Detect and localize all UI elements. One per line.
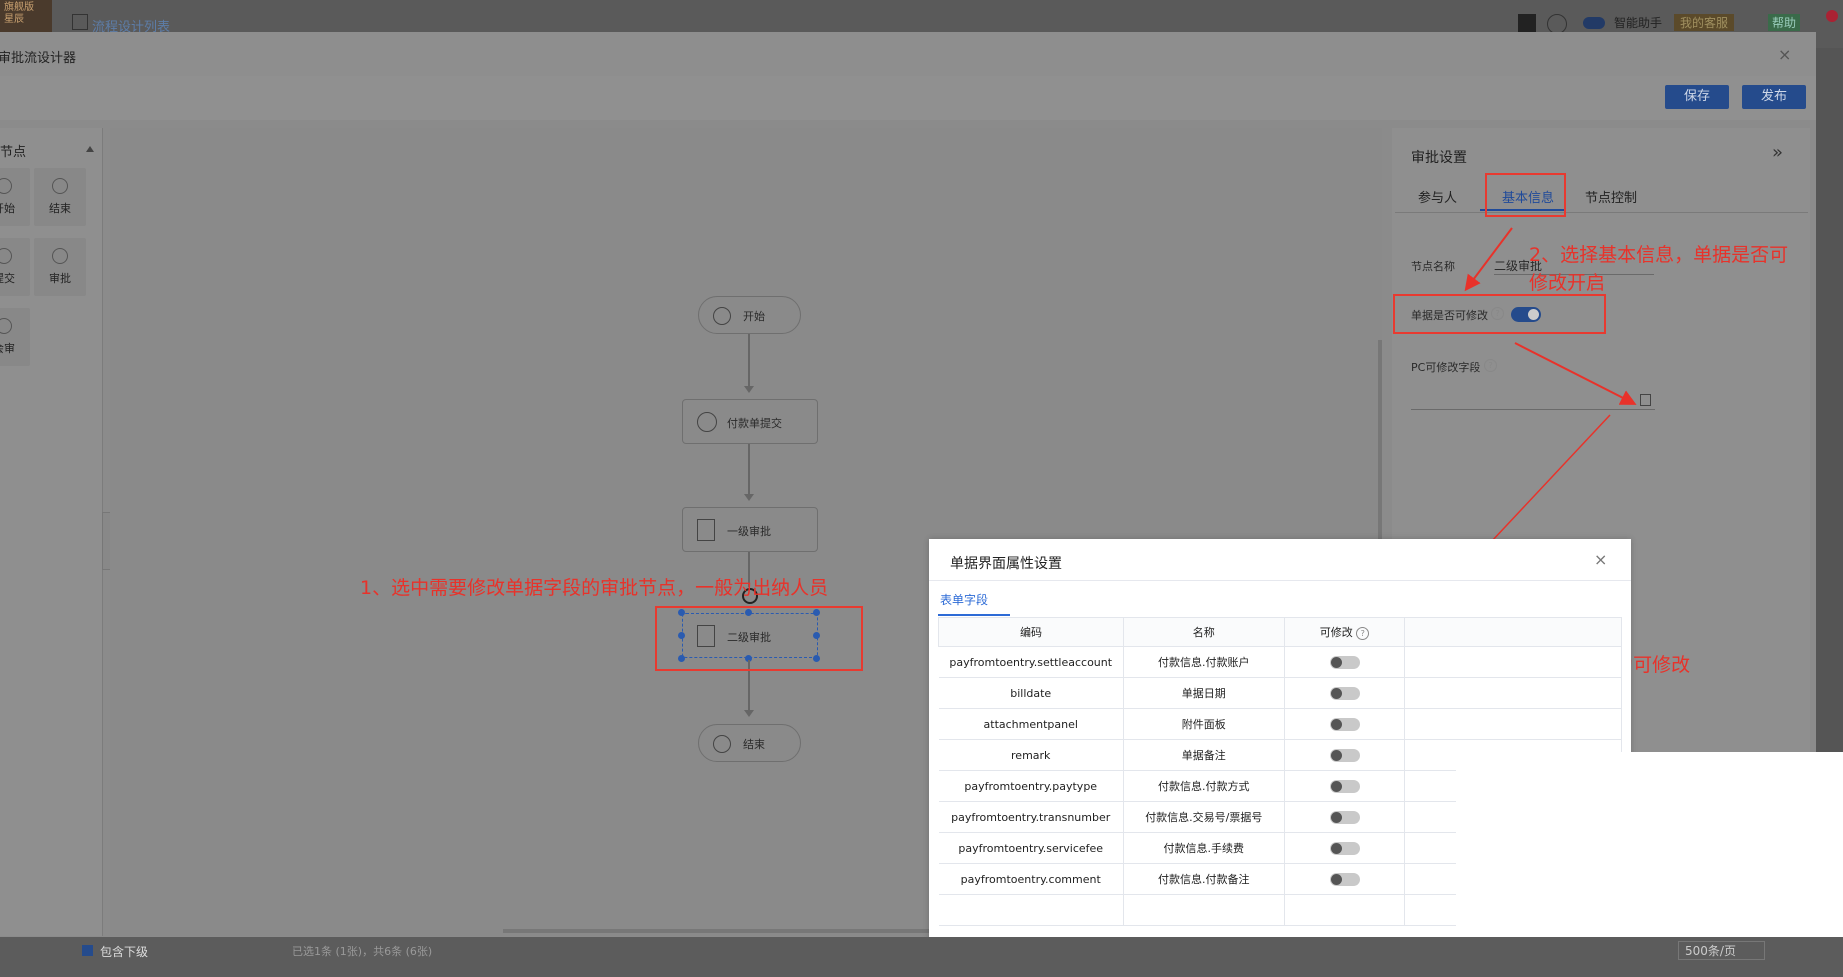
divider [929, 580, 1631, 581]
column-header-empty [1404, 617, 1622, 647]
overlay-blank [1456, 752, 1843, 967]
list-footer [0, 937, 1843, 977]
editable-toggle[interactable] [1329, 748, 1360, 762]
cell-toggle [1284, 863, 1406, 895]
cell-code: payfromtoentry.paytype [938, 770, 1124, 802]
editable-toggle[interactable] [1329, 841, 1360, 855]
editable-toggle[interactable] [1329, 717, 1360, 731]
cell-toggle [1284, 770, 1406, 802]
selection-summary: 已选1条 (1张)，共6条 (6张) [292, 945, 433, 958]
cell-toggle [1284, 677, 1406, 709]
column-header-code: 编码 [938, 617, 1124, 647]
cell-name: 付款信息.手续费 [1123, 832, 1285, 864]
cell-name: 单据备注 [1123, 739, 1285, 771]
editable-toggle[interactable] [1329, 686, 1360, 700]
arrow-icon [1464, 227, 1513, 292]
page-size-select[interactable]: 500条/页 [1678, 941, 1765, 960]
cell-code: payfromtoentry.servicefee [938, 832, 1124, 864]
table-row[interactable]: billdate 单据日期 [938, 677, 1622, 709]
cell-code: payfromtoentry.transnumber [938, 801, 1124, 833]
dialog-title: 单据界面属性设置 [950, 556, 1062, 572]
cell-toggle [1284, 708, 1406, 740]
cell-code: payfromtoentry.settleaccount [938, 646, 1124, 678]
tab-underline [938, 614, 1010, 616]
arrow-icon [1514, 342, 1637, 405]
table-row[interactable]: attachmentpanel 附件面板 [938, 708, 1622, 740]
cell-empty [1404, 646, 1622, 678]
cell-name: 付款信息.交易号/票据号 [1123, 801, 1285, 833]
cell-code: remark [938, 739, 1124, 771]
cell-toggle [1284, 801, 1406, 833]
cell-name: 付款信息.付款方式 [1123, 770, 1285, 802]
cell-name: 单据日期 [1123, 677, 1285, 709]
close-icon[interactable]: × [1594, 550, 1607, 569]
table-row[interactable]: payfromtoentry.settleaccount 付款信息.付款账户 [938, 646, 1622, 678]
include-sub-label: 包含下级 [100, 945, 149, 959]
cell-toggle [1284, 739, 1406, 771]
cell-name: 付款信息.付款账户 [1123, 646, 1285, 678]
cell-empty [1404, 677, 1622, 709]
editable-toggle[interactable] [1329, 655, 1360, 669]
column-header-editable: 可修改 ? [1283, 617, 1406, 647]
checkbox-icon[interactable] [82, 945, 93, 956]
help-icon: ? [1356, 627, 1370, 640]
editable-toggle[interactable] [1329, 779, 1360, 793]
cell-toggle [1284, 646, 1406, 678]
tab-form-fields[interactable]: 表单字段 [940, 591, 988, 608]
column-header-name: 名称 [1122, 617, 1285, 647]
cell-code: payfromtoentry.comment [938, 863, 1124, 895]
editable-toggle[interactable] [1329, 810, 1360, 824]
cell-code: billdate [938, 677, 1124, 709]
cell-code: attachmentpanel [938, 708, 1124, 740]
cell-name: 付款信息.付款备注 [1123, 863, 1285, 895]
cell-toggle [1284, 832, 1406, 864]
cell-empty [1404, 708, 1622, 740]
editable-toggle[interactable] [1329, 872, 1360, 886]
cell-name: 附件面板 [1123, 708, 1285, 740]
